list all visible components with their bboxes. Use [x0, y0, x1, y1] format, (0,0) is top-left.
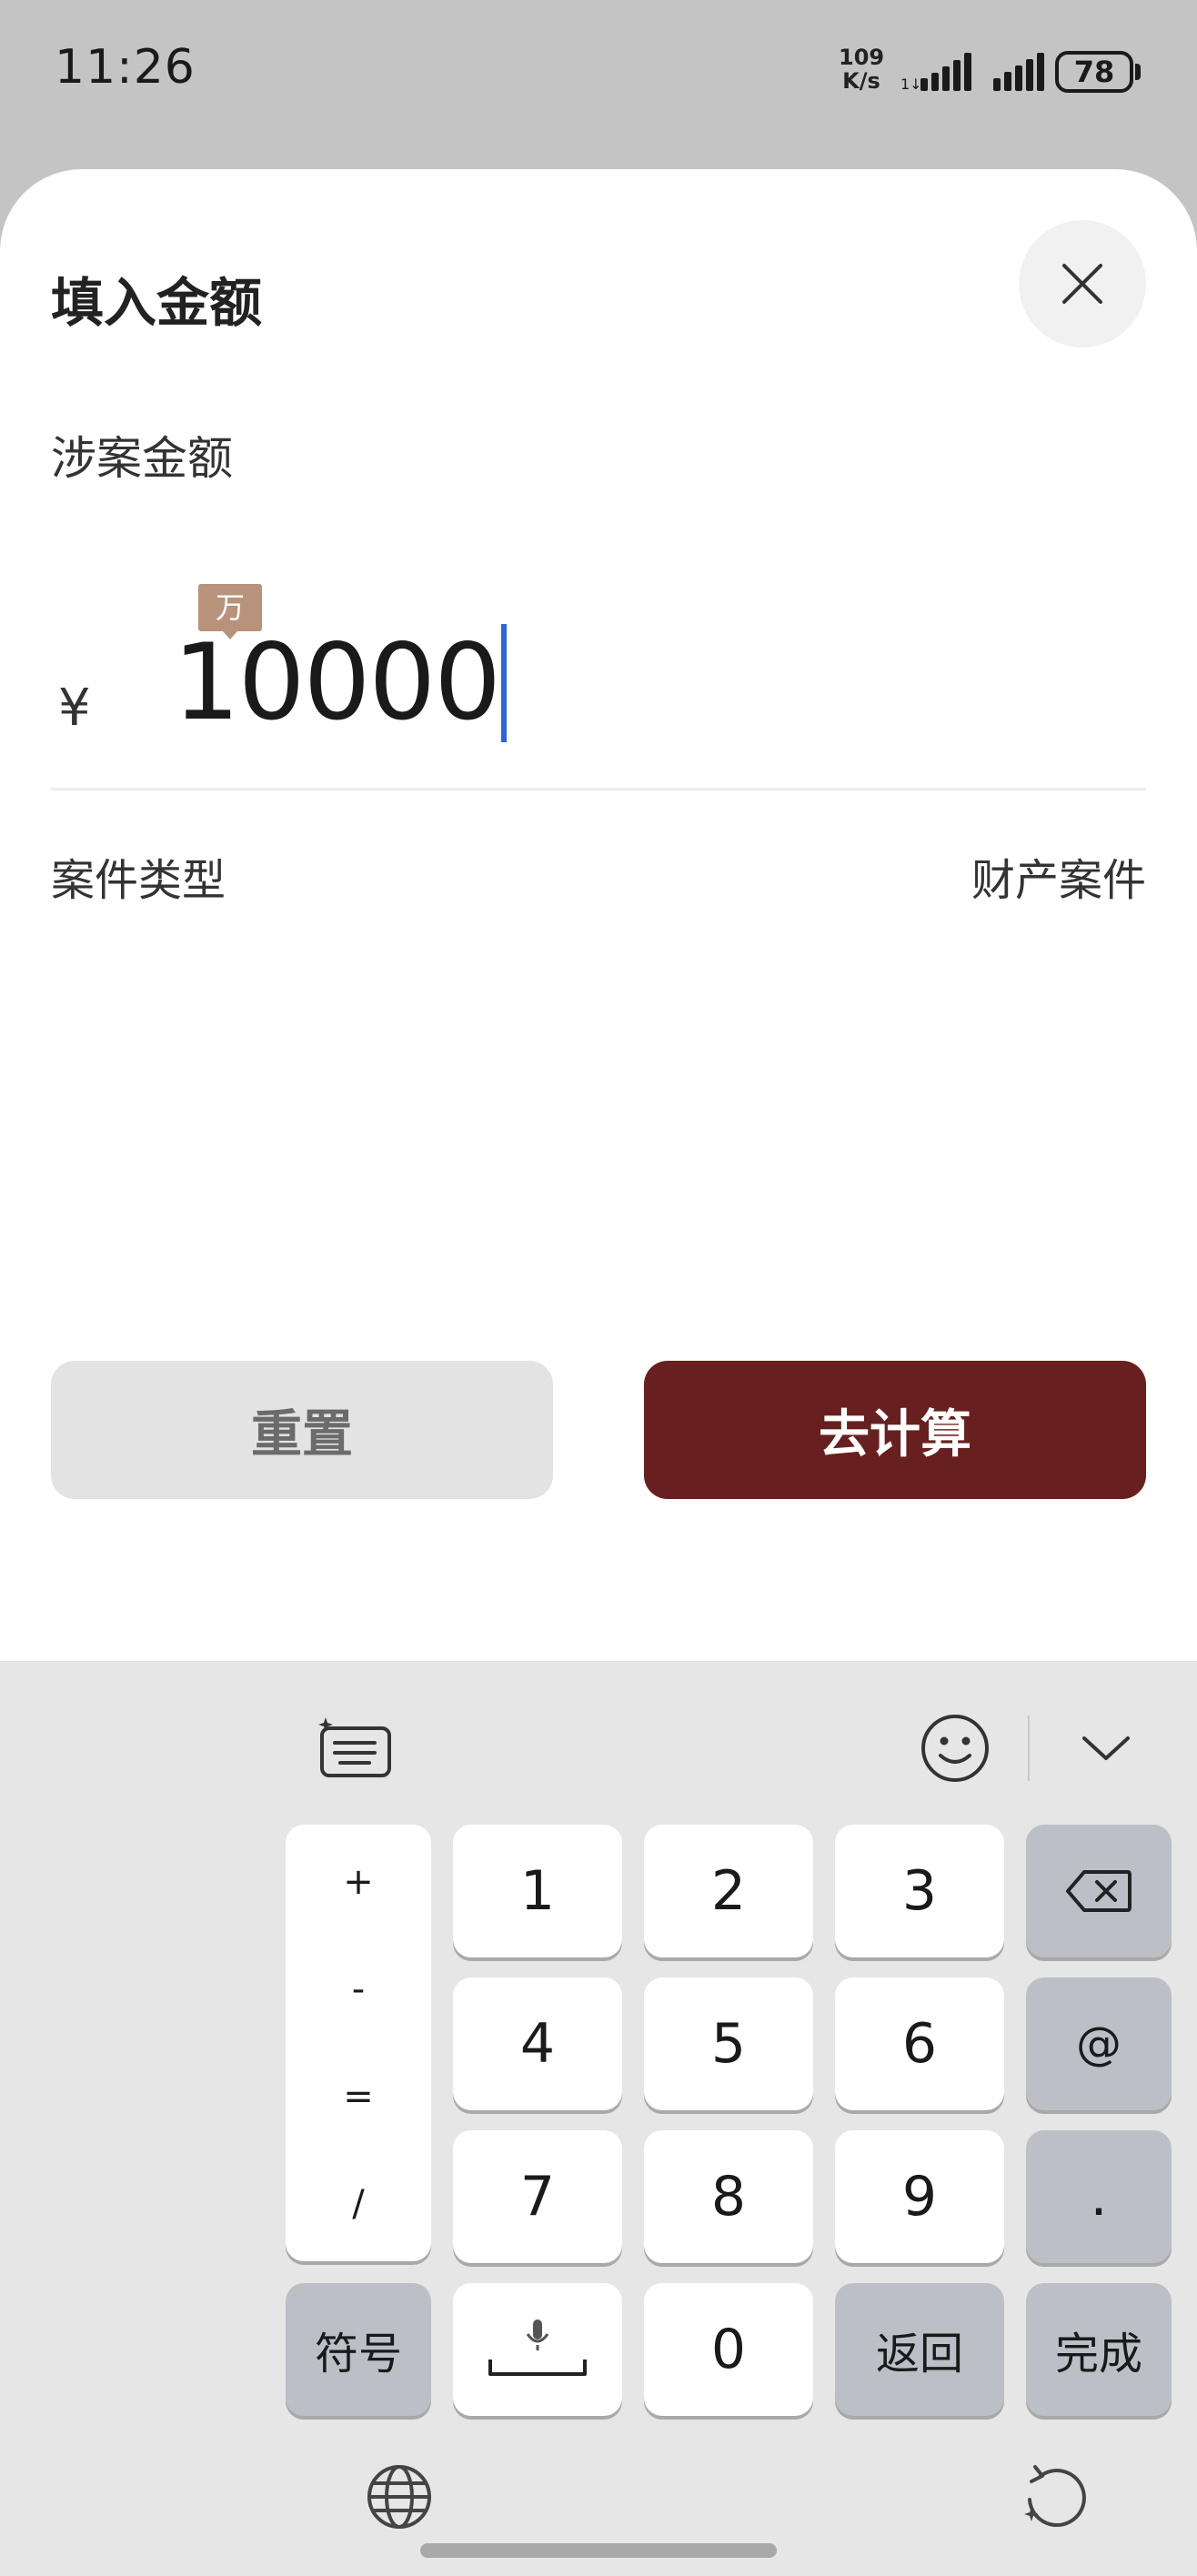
key-4[interactable]: 4	[453, 1977, 622, 2110]
backspace-key[interactable]	[1026, 1825, 1172, 1957]
signal-icon-2	[993, 53, 1044, 91]
battery-level: 78	[1073, 55, 1115, 89]
case-type-value[interactable]: 财产案件	[971, 844, 1146, 908]
reset-button[interactable]: 重置	[51, 1361, 553, 1499]
done-key[interactable]: 完成	[1026, 2283, 1172, 2416]
toolbar-separator	[1028, 1716, 1030, 1781]
collapse-keyboard-button[interactable]	[1070, 1710, 1142, 1786]
globe-icon	[367, 2465, 431, 2529]
key-1[interactable]: 1	[453, 1825, 622, 1957]
key-6[interactable]: 6	[835, 1977, 1004, 2110]
emoji-button[interactable]	[913, 1710, 997, 1786]
key-3[interactable]: 3	[835, 1825, 1004, 1957]
network-speed: 109 K/s	[839, 45, 884, 93]
emoji-icon	[921, 1715, 989, 1782]
amount-input[interactable]: 10000	[173, 621, 508, 744]
collapse-icon	[1082, 1736, 1130, 1760]
at-key[interactable]: @	[1026, 1977, 1172, 2110]
symbol-column[interactable]: + - = /	[286, 1825, 431, 2261]
language-button[interactable]	[360, 2458, 438, 2536]
key-9[interactable]: 9	[835, 2130, 1004, 2263]
calculate-button[interactable]: 去计算	[644, 1361, 1146, 1499]
backspace-icon	[1066, 1870, 1132, 1912]
battery-icon: 78	[1055, 51, 1142, 93]
close-button[interactable]	[1019, 220, 1146, 347]
home-indicator	[420, 2543, 777, 2558]
dot-key[interactable]: .	[1026, 2130, 1172, 2263]
symbol-key[interactable]: -	[286, 1968, 431, 2010]
text-caret	[501, 624, 508, 742]
amount-label: 涉案金额	[51, 432, 233, 485]
symbol-switch-key[interactable]: 符号	[286, 2283, 431, 2416]
key-8[interactable]: 8	[644, 2130, 813, 2263]
ai-keyboard-icon	[318, 1717, 391, 1777]
close-icon	[1062, 264, 1102, 304]
ai-keyboard-button[interactable]	[309, 1710, 400, 1786]
symbol-key[interactable]: =	[286, 2076, 431, 2118]
signal-icon: 1↓	[900, 53, 971, 93]
status-time: 11:26	[55, 40, 196, 95]
symbol-key[interactable]: /	[286, 2183, 431, 2225]
amount-sheet: 填入金额 涉案金额 万 ¥ 10000 案件类型 财产案件 重置 去计算	[0, 169, 1197, 1661]
status-bar: 11:26 109 K/s 1↓ 78	[0, 0, 1197, 136]
svg-text:1↓: 1↓	[900, 75, 922, 93]
symbol-key[interactable]: +	[286, 1861, 431, 1903]
network-speed-value: 109	[839, 45, 885, 70]
network-speed-unit: K/s	[842, 68, 880, 94]
key-5[interactable]: 5	[644, 1977, 813, 2110]
key-2[interactable]: 2	[644, 1825, 813, 1957]
amount-value: 10000	[173, 621, 501, 744]
sheet-title: 填入金额	[51, 272, 263, 334]
case-type-label: 案件类型	[51, 855, 226, 906]
numeric-keyboard: + - = / 1 2 3 4 5 6 @ 7 8 9 . 符号 0 返回 完成	[0, 1661, 1197, 2576]
key-0[interactable]: 0	[644, 2283, 813, 2416]
divider	[51, 788, 1146, 790]
currency-symbol: ¥	[58, 679, 91, 738]
refresh-icon	[1024, 2465, 1086, 2528]
back-key[interactable]: 返回	[835, 2283, 1004, 2416]
microphone-space-icon	[488, 2319, 587, 2376]
space-key[interactable]	[453, 2283, 622, 2416]
key-7[interactable]: 7	[453, 2130, 622, 2263]
refresh-button[interactable]	[1017, 2458, 1095, 2536]
